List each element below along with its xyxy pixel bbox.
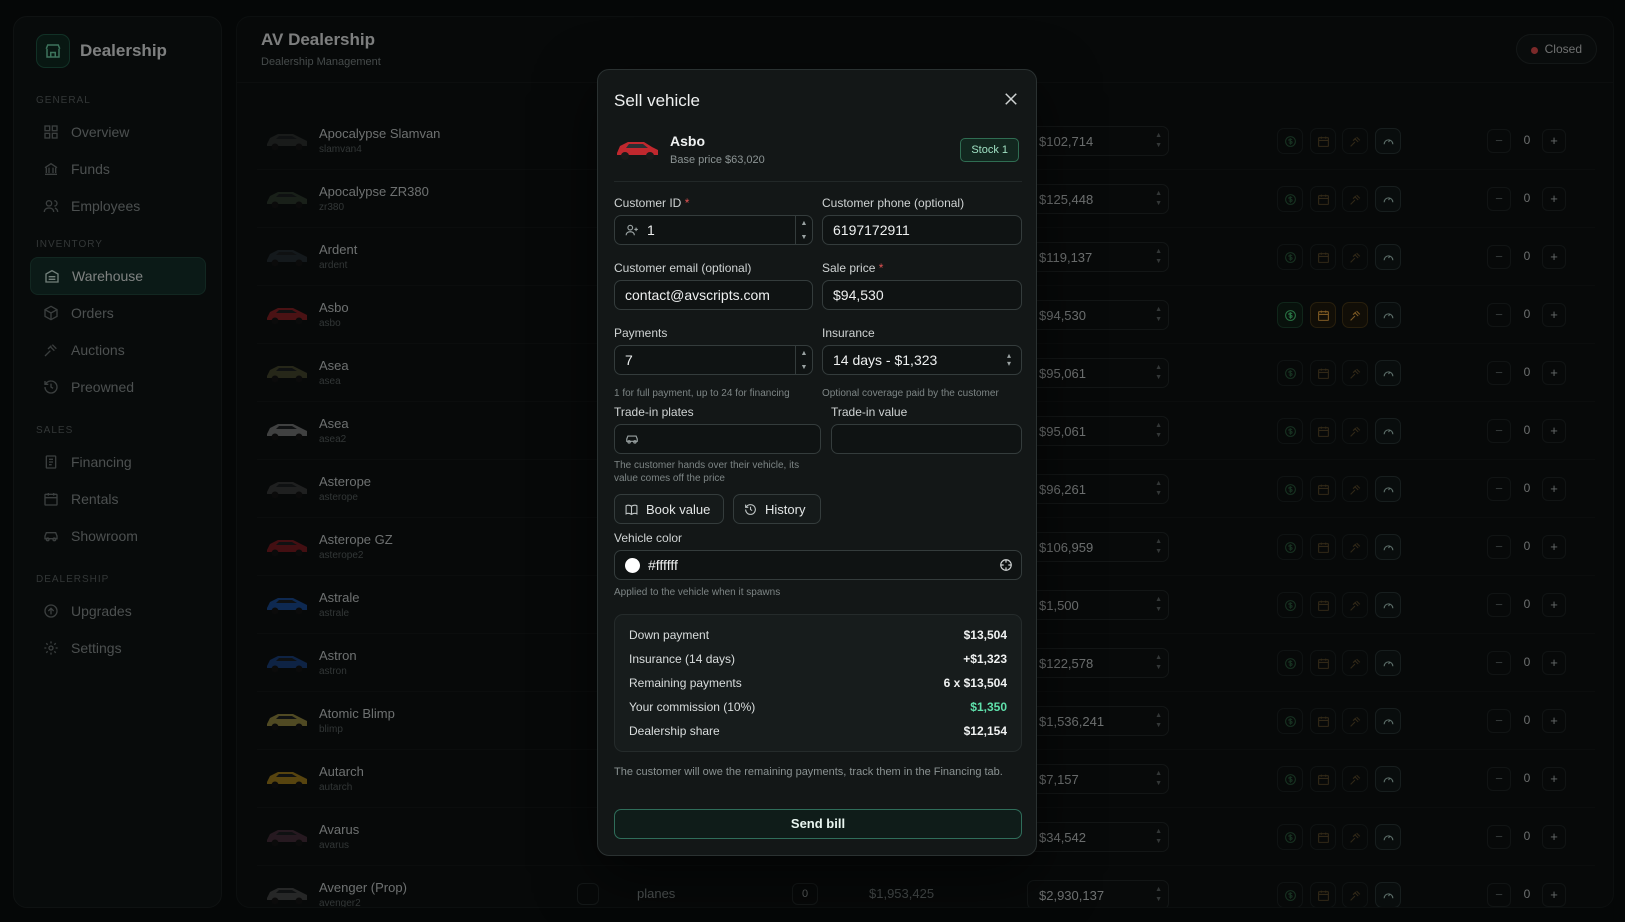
customer-phone-input[interactable]: 6197172911 xyxy=(822,215,1022,245)
customer-email-label: Customer email (optional) xyxy=(614,261,752,275)
stock-badge: Stock 1 xyxy=(960,138,1019,162)
user-plus-icon xyxy=(625,224,638,236)
color-swatch[interactable] xyxy=(625,557,640,573)
car-icon xyxy=(626,435,638,444)
summary-commission: Your commission (10%) $1,350 xyxy=(629,700,1007,714)
vehicle-base-price: Base price $63,020 xyxy=(670,154,765,166)
chevron-updown-icon: ▴ ▾ xyxy=(1006,351,1011,368)
customer-id-input[interactable]: 1 ▲ ▼ xyxy=(614,215,813,245)
tradein-value-input[interactable] xyxy=(831,424,1022,454)
payments-input[interactable]: 7 ▲ ▼ xyxy=(614,345,813,375)
customer-id-stepper[interactable]: ▲ ▼ xyxy=(795,216,812,244)
book-value-button[interactable]: Book value xyxy=(614,494,724,524)
color-hint: Applied to the vehicle when it spawns xyxy=(614,587,781,598)
payments-label: Payments xyxy=(614,326,668,340)
sale-price-input[interactable]: $94,530 xyxy=(822,280,1022,310)
history-button[interactable]: History xyxy=(733,494,821,524)
sale-price-label: Sale price * xyxy=(822,261,884,275)
vehicle-color-input[interactable]: #ffffff xyxy=(614,550,1022,580)
vehicle-name: Asbo xyxy=(670,133,705,149)
payments-stepper[interactable]: ▲ ▼ xyxy=(795,346,812,374)
crosshair-icon[interactable] xyxy=(999,558,1013,572)
summary-down-payment: Down payment $13,504 xyxy=(629,628,1007,642)
customer-phone-label: Customer phone (optional) xyxy=(822,196,965,210)
book-icon xyxy=(625,504,638,515)
insurance-hint: Optional coverage paid by the customer xyxy=(822,388,999,399)
summary-insurance: Insurance (14 days) +$1,323 xyxy=(629,652,1007,666)
insurance-select[interactable]: 14 days - $1,323 ▴ ▾ xyxy=(822,345,1022,375)
vehicle-color-label: Vehicle color xyxy=(614,531,683,545)
insurance-label: Insurance xyxy=(822,326,875,340)
financing-note: The customer will owe the remaining paym… xyxy=(614,766,1003,778)
tradein-plates-label: Trade-in plates xyxy=(614,405,694,419)
divider xyxy=(614,181,1022,182)
sell-vehicle-modal: Sell vehicle Asbo Base price $63,020 Sto… xyxy=(597,69,1037,856)
modal-title: Sell vehicle xyxy=(614,91,700,110)
summary-remaining: Remaining payments 6 x $13,504 xyxy=(629,676,1007,690)
summary-share: Dealership share $12,154 xyxy=(629,724,1007,738)
customer-email-input[interactable]: contact@avscripts.com xyxy=(614,280,813,310)
tradein-value-label: Trade-in value xyxy=(831,405,908,419)
tradein-plates-input[interactable] xyxy=(614,424,821,454)
tradein-hint: The customer hands over their vehicle, i… xyxy=(614,460,800,484)
payments-hint: 1 for full payment, up to 24 for financi… xyxy=(614,388,790,399)
close-icon[interactable] xyxy=(1002,90,1020,108)
history-icon xyxy=(745,503,756,515)
customer-id-label: Customer ID * xyxy=(614,196,690,210)
send-bill-button[interactable]: Send bill xyxy=(614,809,1022,839)
payment-summary: Down payment $13,504 Insurance (14 days) +… xyxy=(614,614,1022,752)
vehicle-thumbnail xyxy=(617,142,658,160)
